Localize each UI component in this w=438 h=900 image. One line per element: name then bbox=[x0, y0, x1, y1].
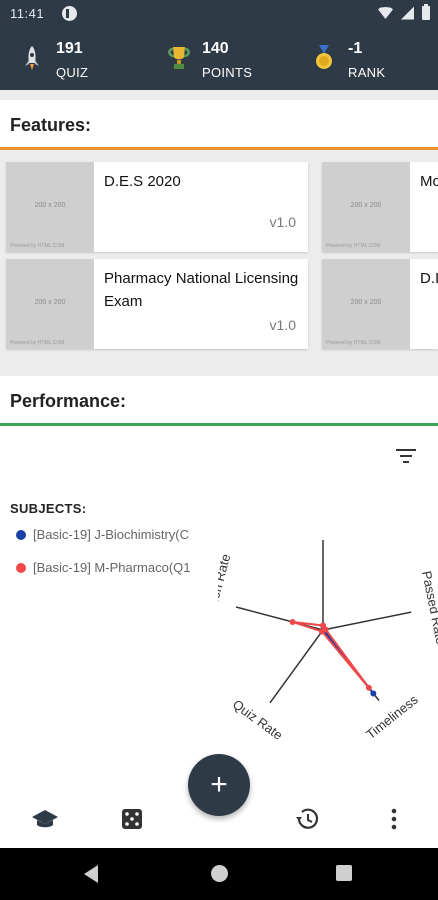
status-bar: 11:41 bbox=[0, 0, 438, 28]
home-icon[interactable] bbox=[211, 865, 228, 882]
radar-data-point bbox=[318, 628, 325, 635]
feature-title: Mo bbox=[420, 173, 438, 190]
medal-icon bbox=[316, 45, 332, 69]
radar-axis-label: Quiz Rate bbox=[230, 697, 286, 743]
plus-icon: + bbox=[210, 768, 228, 801]
feature-title: Pharmacy National Licensing Exam bbox=[104, 270, 299, 310]
quiz-count: 191 bbox=[56, 40, 83, 57]
radar-data-point bbox=[370, 690, 377, 697]
thumbnail-footer-text: Powered by HTML.COM bbox=[326, 243, 381, 249]
feature-thumbnail: 200 x 200 Powered by HTML.COM bbox=[322, 162, 410, 252]
radar-axis-label: Passed Rate bbox=[419, 570, 438, 646]
thumbnail-size-text: 200 x 200 bbox=[34, 202, 66, 209]
thumbnail-size-text: 200 x 200 bbox=[350, 299, 382, 306]
radar-data-point bbox=[289, 618, 296, 625]
subject-item[interactable]: [Basic-19] M-Pharmaco(Q1 bbox=[16, 560, 218, 580]
subject-color-dot bbox=[16, 563, 26, 573]
subject-color-dot bbox=[16, 530, 26, 540]
nav-history[interactable] bbox=[292, 804, 322, 834]
stat-points[interactable]: 140 POINTS bbox=[146, 28, 292, 90]
thumbnail-footer-text: Powered by HTML.COM bbox=[326, 340, 381, 346]
feature-version: v1.0 bbox=[269, 214, 296, 230]
thumbnail-footer-text: Powered by HTML.COM bbox=[10, 243, 65, 249]
stats-bar: 191 QUIZ 140 POINTS -1 RANK bbox=[0, 28, 438, 90]
app-notification-icon bbox=[62, 6, 77, 21]
feature-card-pharmacy-licensing[interactable]: 200 x 200 Powered by HTML.COM Pharmacy N… bbox=[6, 259, 308, 349]
radar-axis-line bbox=[322, 611, 412, 631]
performance-title: Performance: bbox=[10, 391, 127, 411]
system-navigation-bar bbox=[0, 848, 438, 900]
filter-icon[interactable] bbox=[394, 446, 418, 466]
radar-axis-line bbox=[269, 629, 324, 704]
performance-header: Performance: bbox=[0, 376, 438, 426]
thumbnail-footer-text: Powered by HTML.COM bbox=[10, 340, 65, 346]
performance-radar-chart: CorrectnessPassed RateTimelinessQuiz Rat… bbox=[218, 540, 438, 743]
recent-apps-icon[interactable] bbox=[336, 865, 352, 881]
subjects-label: SUBJECTS: bbox=[10, 501, 87, 516]
nav-courses[interactable] bbox=[30, 804, 60, 834]
feature-thumbnail: 200 x 200 Powered by HTML.COM bbox=[6, 259, 94, 349]
thumbnail-size-text: 200 x 200 bbox=[350, 202, 382, 209]
subject-item[interactable]: [Basic-19] J-Biochimistry(C bbox=[16, 527, 218, 547]
radar-data-point bbox=[365, 684, 372, 691]
back-icon[interactable] bbox=[84, 865, 98, 883]
feature-thumbnail: 200 x 200 Powered by HTML.COM bbox=[322, 259, 410, 349]
thumbnail-size-text: 200 x 200 bbox=[34, 299, 66, 306]
status-indicators bbox=[378, 4, 430, 20]
feature-title: D.E.S 2020 bbox=[104, 173, 181, 190]
battery-icon bbox=[422, 4, 430, 20]
more-vertical-icon bbox=[391, 808, 397, 830]
feature-card-di[interactable]: 200 x 200 Powered by HTML.COM D.I bbox=[322, 259, 438, 349]
signal-icon bbox=[401, 6, 414, 20]
feature-thumbnail: 200 x 200 Powered by HTML.COM bbox=[6, 162, 94, 252]
status-time: 11:41 bbox=[10, 6, 45, 21]
quiz-label: QUIZ bbox=[56, 65, 89, 80]
stat-rank[interactable]: -1 RANK bbox=[292, 28, 438, 90]
feature-version: v1.0 bbox=[269, 317, 296, 333]
feature-card-mo[interactable]: 200 x 200 Powered by HTML.COM Mo bbox=[322, 162, 438, 252]
features-header: Features: bbox=[0, 100, 438, 150]
add-fab-button[interactable]: + bbox=[188, 754, 250, 816]
trophy-icon bbox=[168, 47, 190, 69]
history-icon bbox=[296, 808, 319, 829]
subject-name: [Basic-19] M-Pharmaco(Q1 bbox=[33, 560, 191, 575]
nav-random[interactable] bbox=[117, 804, 147, 834]
rocket-icon bbox=[25, 46, 39, 70]
wifi-icon bbox=[378, 7, 393, 19]
radar-axis-label: Timeliness bbox=[363, 692, 421, 742]
stat-quiz[interactable]: 191 QUIZ bbox=[0, 28, 146, 90]
feature-card-des-2020[interactable]: 200 x 200 Powered by HTML.COM D.E.S 2020… bbox=[6, 162, 308, 252]
rank-value: -1 bbox=[348, 40, 363, 57]
dice-icon bbox=[122, 809, 142, 829]
nav-more[interactable] bbox=[379, 804, 409, 834]
points-label: POINTS bbox=[202, 65, 253, 80]
subject-name: [Basic-19] J-Biochimistry(C bbox=[33, 527, 190, 542]
points-count: 140 bbox=[202, 40, 229, 57]
features-title: Features: bbox=[10, 115, 92, 135]
graduation-cap-icon bbox=[32, 810, 58, 828]
rank-label: RANK bbox=[348, 65, 386, 80]
radar-axis-label: Completion Rate bbox=[218, 552, 233, 649]
feature-title: D.I bbox=[420, 270, 438, 287]
